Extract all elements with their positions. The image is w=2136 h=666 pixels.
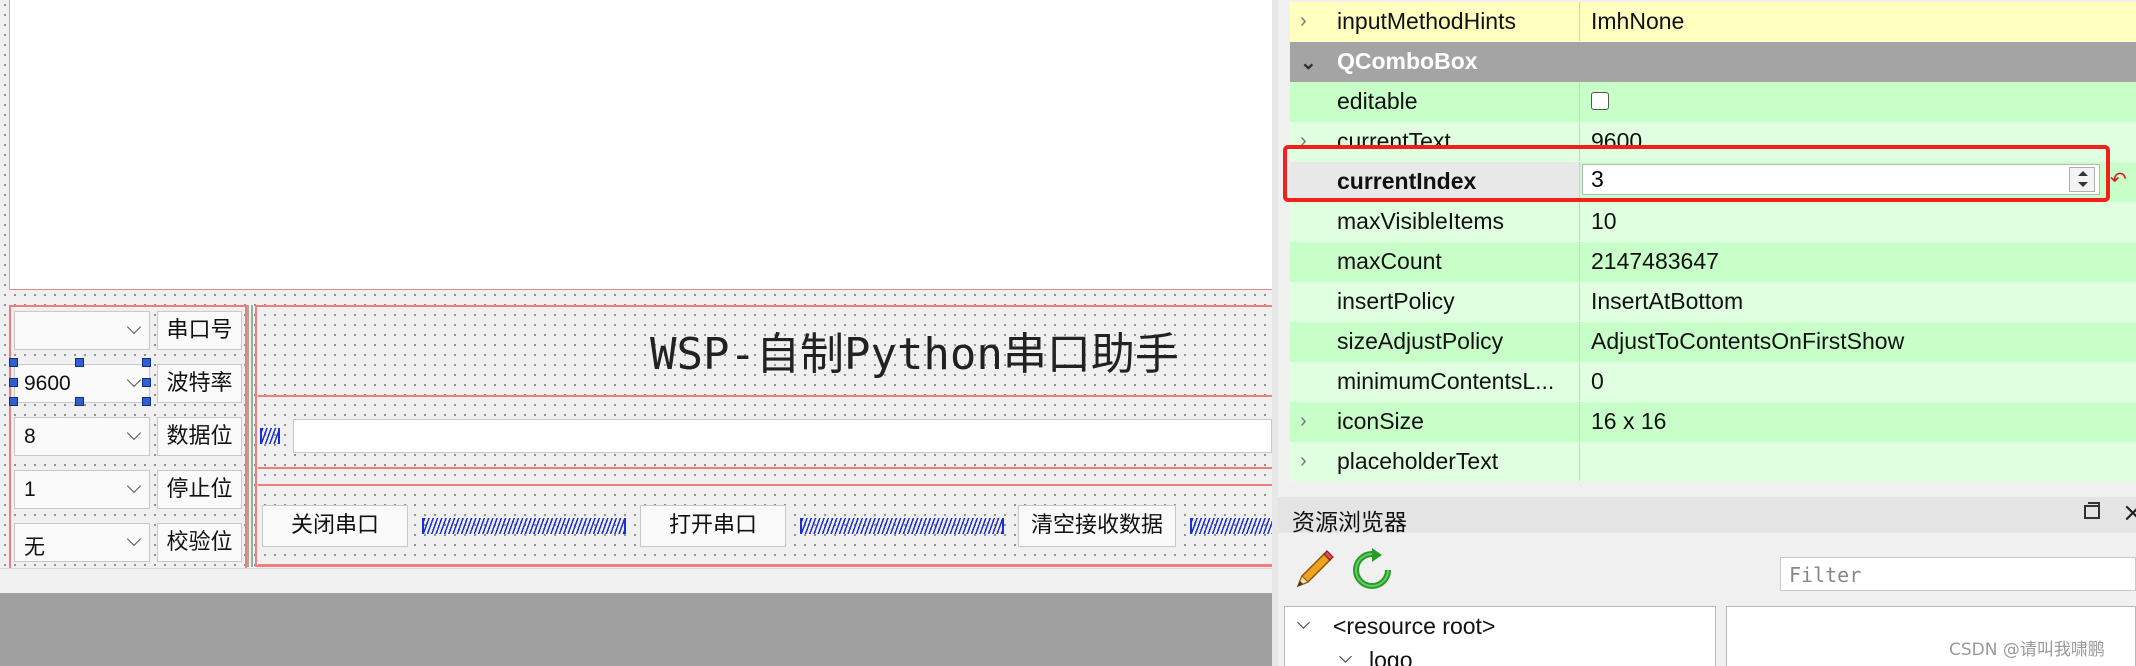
baud-label: 波特率 xyxy=(157,364,242,403)
float-window-icon[interactable] xyxy=(2084,502,2100,519)
horizontal-spacer[interactable] xyxy=(422,518,626,534)
chevron-down-icon xyxy=(126,531,142,547)
databits-label: 数据位 xyxy=(157,417,242,456)
property-name: sizeAdjustPolicy xyxy=(1290,322,1580,361)
annotation-highlight-box xyxy=(1283,145,2110,202)
stopbits-row: 1 停止位 xyxy=(11,466,245,514)
property-name: maxCount xyxy=(1290,242,1580,281)
reload-icon[interactable] xyxy=(1350,548,1394,592)
designer-form[interactable]: 串口号 9600 波特率 8 数据位 1 停止位 无 校验位 WSP-自制Pyt… xyxy=(0,0,1274,593)
property-value[interactable]: 16 x 16 xyxy=(1581,402,2136,441)
stopbits-combobox[interactable]: 1 xyxy=(14,470,150,509)
receive-text-browser[interactable] xyxy=(9,0,1274,290)
form-canvas-area: 串口号 9600 波特率 8 数据位 1 停止位 无 校验位 WSP-自制Pyt… xyxy=(0,0,1274,666)
property-value[interactable]: 10 xyxy=(1581,202,2136,241)
chevron-down-icon[interactable] xyxy=(1339,650,1352,663)
horizontal-spacer[interactable] xyxy=(800,518,1004,534)
baud-row: 9600 波特率 xyxy=(11,360,245,408)
chevron-down-icon[interactable] xyxy=(1297,616,1310,629)
property-table[interactable]: › inputMethodHints ImhNone ⌄ QComboBox e… xyxy=(1290,0,2136,490)
horizontal-spacer[interactable] xyxy=(260,428,280,444)
tree-item-root[interactable]: <resource root> xyxy=(1333,613,1495,640)
combobox-value: 无 xyxy=(24,536,45,559)
property-name: iconSize xyxy=(1290,402,1580,441)
property-row[interactable]: › inputMethodHints ImhNone xyxy=(1290,2,2136,42)
selection-handle[interactable] xyxy=(75,397,84,406)
property-name: minimumContentsL... xyxy=(1290,362,1580,401)
property-value[interactable] xyxy=(1581,82,2136,121)
property-row[interactable]: editable xyxy=(1290,82,2136,122)
property-name: editable xyxy=(1290,82,1580,121)
property-row[interactable]: › iconSize 16 x 16 xyxy=(1290,402,2136,442)
close-icon[interactable]: × xyxy=(2122,498,2136,528)
reset-property-icon[interactable]: ↶ xyxy=(2110,167,2127,191)
horizontal-spacer[interactable] xyxy=(1190,518,1272,534)
property-value[interactable]: ImhNone xyxy=(1581,2,2136,41)
property-value[interactable]: 0 xyxy=(1581,362,2136,401)
property-row[interactable]: sizeAdjustPolicy AdjustToContentsOnFirst… xyxy=(1290,322,2136,362)
chevron-down-icon xyxy=(126,425,142,441)
selection-handle[interactable] xyxy=(142,378,151,387)
tree-item-logo[interactable]: logo xyxy=(1369,647,1412,666)
chevron-down-icon xyxy=(126,372,142,388)
property-name: inputMethodHints xyxy=(1290,2,1580,41)
property-name: insertPolicy xyxy=(1290,282,1580,321)
stopbits-label: 停止位 xyxy=(157,470,242,509)
port-label: 串口号 xyxy=(157,311,242,350)
selection-handle[interactable] xyxy=(9,397,18,406)
layout-splitter[interactable] xyxy=(247,305,253,567)
send-line-edit[interactable] xyxy=(293,419,1272,453)
databits-combobox[interactable]: 8 xyxy=(14,417,150,456)
property-group-name: QComboBox xyxy=(1337,48,1478,74)
combobox-value: 8 xyxy=(24,425,36,448)
property-group-header[interactable]: ⌄ QComboBox xyxy=(1290,42,2136,82)
editable-checkbox[interactable] xyxy=(1591,92,1609,111)
close-port-button[interactable]: 关闭串口 xyxy=(262,505,408,547)
selection-handle[interactable] xyxy=(75,358,84,367)
property-value[interactable]: 2147483647 xyxy=(1581,242,2136,281)
resource-browser-title: 资源浏览器 xyxy=(1292,510,1407,536)
selection-handle[interactable] xyxy=(142,358,151,367)
selection-handle[interactable] xyxy=(9,358,18,367)
serial-settings-layout[interactable]: 串口号 9600 波特率 8 数据位 1 停止位 无 校验位 xyxy=(9,305,247,571)
chevron-down-icon xyxy=(126,319,142,335)
selection-handle[interactable] xyxy=(9,378,18,387)
chevron-down-icon xyxy=(126,478,142,494)
databits-row: 8 数据位 xyxy=(11,413,245,461)
property-row[interactable]: minimumContentsL... 0 xyxy=(1290,362,2136,402)
property-value[interactable]: InsertAtBottom xyxy=(1581,282,2136,321)
property-name: placeholderText xyxy=(1290,442,1580,481)
property-value[interactable]: AdjustToContentsOnFirstShow xyxy=(1581,322,2136,361)
selection-handle[interactable] xyxy=(142,397,151,406)
parity-label: 校验位 xyxy=(157,523,242,562)
resource-tree[interactable]: <resource root> logo xyxy=(1284,606,1716,666)
combobox-value: 1 xyxy=(24,478,36,501)
property-row[interactable]: › placeholderText xyxy=(1290,442,2136,482)
clear-receive-button[interactable]: 清空接收数据 xyxy=(1018,505,1176,547)
property-row[interactable]: maxCount 2147483647 xyxy=(1290,242,2136,282)
open-port-button[interactable]: 打开串口 xyxy=(640,505,786,547)
parity-row: 无 校验位 xyxy=(11,519,245,567)
form-status-strip xyxy=(0,568,1272,593)
parity-combobox[interactable]: 无 xyxy=(14,523,150,562)
port-combobox[interactable] xyxy=(14,311,150,350)
pencil-icon[interactable] xyxy=(1292,548,1336,592)
port-row: 串口号 xyxy=(11,307,245,355)
property-row[interactable]: insertPolicy InsertAtBottom xyxy=(1290,282,2136,322)
combobox-value: 9600 xyxy=(24,372,71,395)
property-value[interactable] xyxy=(1581,442,2136,481)
app-title-label[interactable]: WSP-自制Python串口助手 xyxy=(650,318,1179,382)
property-name: maxVisibleItems xyxy=(1290,202,1580,241)
property-editor-panel: › inputMethodHints ImhNone ⌄ QComboBox e… xyxy=(1272,0,2136,492)
watermark-text: CSDN @请叫我啸鹏 xyxy=(1949,640,2105,660)
property-row[interactable]: maxVisibleItems 10 xyxy=(1290,202,2136,242)
resource-filter-input[interactable]: Filter xyxy=(1780,557,2136,591)
